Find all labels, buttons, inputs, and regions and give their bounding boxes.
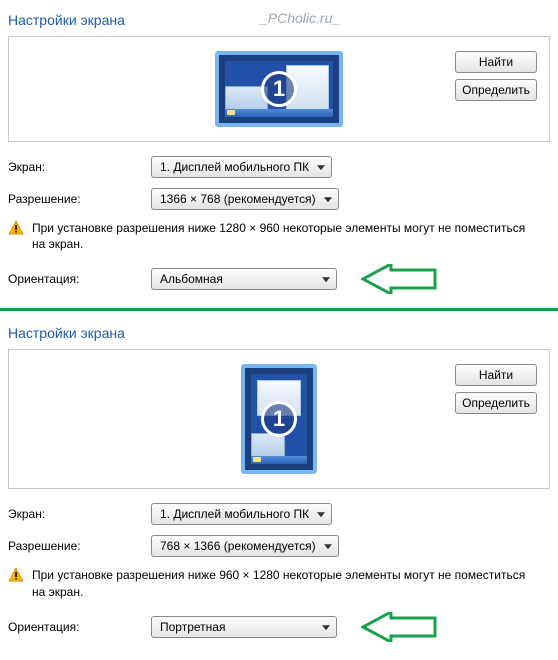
screen-select[interactable]: 1. Дисплей мобильного ПК (151, 156, 332, 178)
page-title: Настройки экрана (8, 325, 550, 341)
orientation-label: Ориентация: (8, 620, 143, 634)
warning-text: При установке разрешения ниже 960 × 1280… (32, 567, 540, 599)
warning-icon (8, 567, 24, 583)
detect-button[interactable]: Определить (455, 392, 537, 414)
chevron-down-icon (322, 625, 330, 630)
screen-select-value: 1. Дисплей мобильного ПК (160, 507, 309, 521)
find-button[interactable]: Найти (455, 364, 537, 386)
resolution-select-value: 1366 × 768 (рекомендуется) (160, 192, 316, 206)
resolution-select[interactable]: 1366 × 768 (рекомендуется) (151, 188, 339, 210)
orientation-select[interactable]: Портретная (151, 616, 337, 638)
resolution-select-value: 768 × 1366 (рекомендуется) (160, 539, 316, 553)
monitor-preview-area: 1 Найти Определить (8, 36, 550, 142)
annotation-arrow-icon (361, 612, 437, 642)
detect-button[interactable]: Определить (455, 79, 537, 101)
orientation-label: Ориентация: (8, 272, 143, 286)
monitor-icon[interactable]: 1 (215, 51, 343, 127)
orientation-select[interactable]: Альбомная (151, 268, 337, 290)
screen-label: Экран: (8, 507, 143, 521)
annotation-arrow-icon (361, 264, 437, 294)
resolution-label: Разрешение: (8, 192, 143, 206)
screen-select[interactable]: 1. Дисплей мобильного ПК (151, 503, 332, 525)
monitor-number-badge: 1 (261, 71, 297, 107)
chevron-down-icon (317, 165, 325, 170)
chevron-down-icon (317, 513, 325, 518)
resolution-label: Разрешение: (8, 539, 143, 553)
chevron-down-icon (324, 545, 332, 550)
resolution-select[interactable]: 768 × 1366 (рекомендуется) (151, 535, 339, 557)
warning-text: При установке разрешения ниже 1280 × 960… (32, 220, 540, 252)
find-button[interactable]: Найти (455, 51, 537, 73)
watermark: _PCholic.ru_ (260, 10, 340, 26)
monitor-icon[interactable]: 1 (241, 364, 317, 474)
chevron-down-icon (324, 197, 332, 202)
section-divider (0, 308, 558, 311)
orientation-select-value: Альбомная (160, 272, 223, 286)
orientation-select-value: Портретная (160, 620, 225, 634)
chevron-down-icon (322, 278, 330, 283)
monitor-preview-area: 1 Найти Определить (8, 349, 550, 489)
screen-label: Экран: (8, 160, 143, 174)
screen-select-value: 1. Дисплей мобильного ПК (160, 160, 309, 174)
warning-icon (8, 220, 24, 236)
